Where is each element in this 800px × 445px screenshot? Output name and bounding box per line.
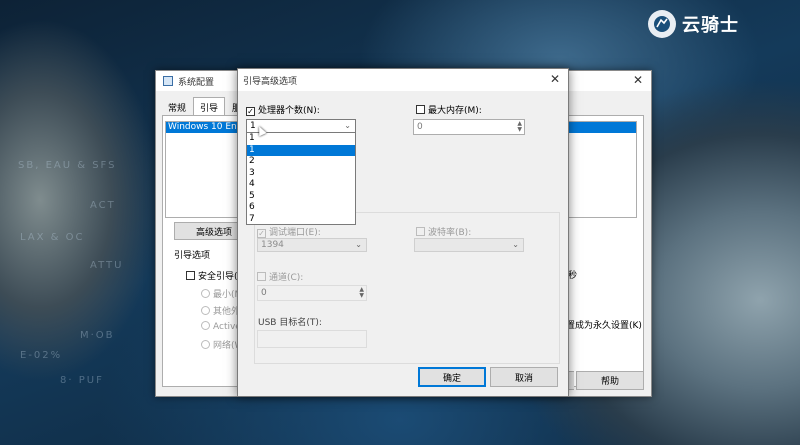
channel-label: 通道(C): (269, 273, 304, 283)
radio-circle[interactable] (201, 321, 210, 330)
help-button[interactable]: 帮助 (576, 371, 644, 390)
safe-boot-checkbox[interactable]: 安全引导( (186, 269, 238, 282)
max-memory-value: 0 (417, 122, 423, 132)
checkbox-box[interactable] (257, 272, 266, 281)
processors-checkbox[interactable]: 处理器个数(N): (246, 103, 320, 116)
spin-down-icon[interactable]: ▼ (517, 127, 522, 133)
tab-general[interactable]: 常规 (161, 97, 193, 115)
window-title: 系统配置 (178, 77, 215, 88)
seconds-label: 秒 (568, 271, 578, 281)
close-icon[interactable]: ✕ (550, 72, 560, 86)
processors-label: 处理器个数(N): (258, 106, 320, 116)
dropdown-option[interactable]: 5 (247, 191, 355, 203)
usb-target-input[interactable] (257, 330, 367, 348)
max-memory-input[interactable]: 0 ▲ ▼ (413, 119, 525, 135)
safe-boot-label: 安全引导( (198, 272, 238, 282)
channel-input[interactable]: 0 ▲ ▼ (257, 285, 367, 301)
radio-label: 其他外 (213, 307, 241, 317)
baud-rate-label: 波特率(B): (428, 228, 472, 238)
checkbox-box[interactable] (246, 107, 255, 116)
tab-bar: 常规 引导 服 (161, 97, 248, 115)
chevron-down-icon[interactable]: ⌄ (355, 239, 362, 251)
make-permanent-label[interactable]: 置成为永久设置(K) (566, 318, 642, 331)
checkbox-box[interactable] (416, 227, 425, 236)
processors-value: 1 (250, 121, 256, 131)
dialog-titlebar[interactable]: 引导高级选项 ✕ (238, 69, 568, 91)
checkbox-box[interactable] (186, 271, 195, 280)
debug-port-label: 调试端口(E): (269, 228, 321, 238)
background-text: M·OB (80, 330, 115, 341)
channel-value: 0 (261, 288, 267, 298)
radio-active-directory[interactable]: Active (201, 321, 241, 332)
spin-down-icon[interactable]: ▼ (359, 293, 364, 299)
max-memory-label: 最大内存(M): (428, 106, 482, 116)
knight-logo-icon (648, 10, 676, 38)
debug-port-checkbox[interactable]: 调试端口(E): (257, 225, 321, 238)
background-text: LAX & OC (20, 232, 85, 243)
radio-alternate-shell[interactable]: 其他外 (201, 304, 240, 317)
watermark-text: 云骑士 (682, 15, 739, 36)
debug-port-combobox[interactable]: 1394 ⌄ (257, 238, 367, 252)
dropdown-option-selected[interactable]: 1 (247, 144, 355, 156)
close-icon[interactable]: ✕ (633, 73, 643, 87)
ok-button[interactable]: 确定 (418, 367, 486, 387)
background-text: ACT (90, 200, 116, 211)
channel-checkbox[interactable]: 通道(C): (257, 270, 303, 283)
radio-circle[interactable] (201, 306, 210, 315)
dropdown-option[interactable]: 1 (247, 133, 355, 145)
radio-circle[interactable] (201, 289, 210, 298)
dropdown-option[interactable]: 4 (247, 179, 355, 191)
background-text: 8· PUF (60, 375, 104, 386)
checkbox-box[interactable] (416, 105, 425, 114)
watermark: 云骑士 (648, 8, 788, 40)
dropdown-option[interactable]: 7 (247, 214, 355, 226)
tab-boot[interactable]: 引导 (193, 97, 226, 115)
dialog-title: 引导高级选项 (243, 76, 298, 87)
radio-circle[interactable] (201, 340, 210, 349)
chevron-down-icon[interactable]: ⌄ (344, 120, 351, 132)
usb-target-label: USB 目标名(T): (258, 318, 322, 328)
debug-port-value: 1394 (261, 240, 284, 250)
chevron-down-icon[interactable]: ⌄ (512, 239, 519, 251)
dropdown-option[interactable]: 6 (247, 202, 355, 214)
baud-rate-combobox[interactable]: ⌄ (414, 238, 524, 252)
checkbox-box[interactable] (257, 229, 266, 238)
baud-rate-checkbox[interactable]: 波特率(B): (416, 225, 471, 238)
boot-options-label: 引导选项 (174, 251, 211, 261)
background-text: SB, EAU & SFS (18, 160, 117, 171)
dropdown-option[interactable]: 2 (247, 156, 355, 168)
system-config-icon (163, 76, 173, 86)
background-text: ATTU (90, 260, 124, 271)
background-text: E-02% (20, 350, 63, 361)
processors-dropdown-list[interactable]: 1 1 2 3 4 5 6 7 (246, 132, 356, 225)
dropdown-option[interactable]: 3 (247, 168, 355, 180)
cancel-button[interactable]: 取消 (490, 367, 558, 387)
max-memory-checkbox[interactable]: 最大内存(M): (416, 103, 482, 116)
